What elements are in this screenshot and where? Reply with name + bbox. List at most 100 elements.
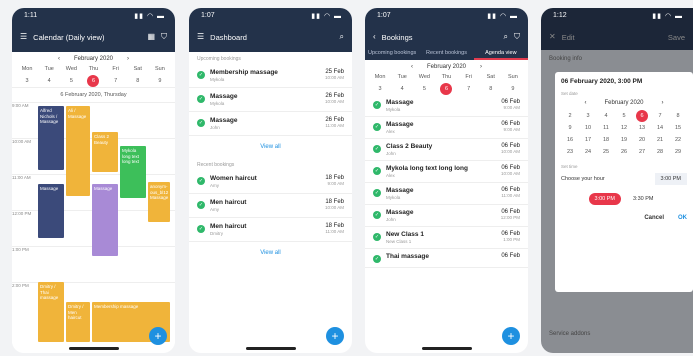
day-cell[interactable]: 5 [413, 83, 435, 95]
close-icon[interactable]: ✕ [549, 33, 556, 41]
day-cell[interactable]: 8 [480, 83, 502, 95]
day-cell[interactable]: 7 [105, 75, 127, 87]
day-cell[interactable]: 8 [669, 110, 687, 122]
day-cell[interactable]: 9 [149, 75, 171, 87]
event-block[interactable]: Massage [92, 184, 118, 256]
menu-icon[interactable]: ☰ [197, 33, 204, 41]
day-cell[interactable]: 19 [615, 134, 633, 146]
list-item[interactable]: ✓ Massage Alex 06 Feb 9:00 AM [365, 117, 528, 139]
next-icon[interactable]: › [480, 64, 482, 70]
day-cell[interactable]: 4 [38, 75, 60, 87]
day-cell[interactable]: 5 [60, 75, 82, 87]
search-icon[interactable]: ⌕ [340, 33, 344, 41]
day-cell[interactable]: 21 [651, 134, 669, 146]
day-cell[interactable]: 25 [597, 146, 615, 158]
day-cell[interactable]: 9 [502, 83, 524, 95]
week-strip: Mon Tue Wed Thu Fri Sat Sun 3456789 [12, 66, 175, 87]
list-item[interactable]: ✓ New Class 1 New Class 1 06 Feb 1:00 PM [365, 227, 528, 249]
day-cell[interactable]: 20 [633, 134, 651, 146]
day-cell[interactable]: 13 [633, 122, 651, 134]
day-cell[interactable]: 18 [597, 134, 615, 146]
cancel-button[interactable]: Cancel [644, 215, 664, 221]
day-cell[interactable]: 27 [633, 146, 651, 158]
prev-icon[interactable]: ‹ [411, 64, 413, 70]
event-block[interactable]: anonym-ous_bl12 Massage [148, 182, 170, 222]
app-bar: 1:07 ▮▮ ◠ ▬ ☰ Dashboard ⌕ [189, 8, 352, 52]
day-cell[interactable]: 2 [561, 110, 579, 122]
day-cell[interactable]: 24 [579, 146, 597, 158]
day-cell[interactable]: 4 [391, 83, 413, 95]
next-icon[interactable]: › [662, 100, 664, 106]
list-item[interactable]: ✓ Thai massage 06 Feb [365, 249, 528, 268]
day-cell[interactable]: 7 [458, 83, 480, 95]
list-item[interactable]: ✓ Women haircut Amy 18 Feb 9:00 AM [189, 170, 352, 194]
day-cell[interactable]: 7 [651, 110, 669, 122]
day-cell[interactable]: 12 [615, 122, 633, 134]
event-block[interactable]: Class 2 Beauty [92, 132, 118, 172]
status-bar: 1:07 ▮▮ ◠ ▬ [377, 12, 518, 24]
list-item[interactable]: ✓ Massage Mykola 06 Feb 9:00 AM [365, 95, 528, 117]
menu-icon[interactable]: ☰ [20, 33, 27, 41]
day-cell[interactable]: 17 [579, 134, 597, 146]
day-cell[interactable]: 29 [669, 146, 687, 158]
day-cell[interactable]: 15 [669, 122, 687, 134]
list-item[interactable]: ✓ Massage Mykola 26 Feb 10:00 AM [189, 88, 352, 112]
search-icon[interactable]: ⌕ [504, 33, 508, 41]
list-item[interactable]: ✓ Membership massage Mykola 25 Feb 10:00 AM [189, 64, 352, 88]
view-all-link[interactable]: View all [189, 136, 352, 158]
event-block[interactable]: Dmitry / Men haircut [66, 302, 90, 342]
signal-icon: ▮▮ ◠ ▬ [134, 13, 165, 20]
hour-select[interactable]: 3:00 PM [654, 173, 687, 185]
day-cell-selected[interactable]: 6 [440, 83, 453, 95]
day-cell[interactable]: 3 [16, 75, 38, 87]
day-cell[interactable]: 22 [669, 134, 687, 146]
add-button[interactable]: + [502, 327, 520, 345]
day-cell[interactable]: 8 [127, 75, 149, 87]
calendar-icon[interactable]: ▦ [147, 33, 155, 41]
list-item[interactable]: ✓ Massage John 06 Feb 12:00 PM [365, 205, 528, 227]
back-icon[interactable]: ‹ [373, 33, 376, 41]
prev-icon[interactable]: ‹ [584, 100, 586, 106]
day-cell[interactable]: 23 [561, 146, 579, 158]
day-cell[interactable]: 5 [615, 110, 633, 122]
time-slot[interactable]: 3:30 PM [627, 193, 659, 205]
day-cell[interactable]: 16 [561, 134, 579, 146]
list-item[interactable]: ✓ Mykola long text long long Alex 06 Feb 10:… [365, 161, 528, 183]
event-block[interactable]: Alfred Nichols / Massage [38, 106, 64, 170]
save-button[interactable]: Save [668, 33, 685, 42]
time-slot-selected[interactable]: 3:00 PM [588, 193, 621, 205]
filter-icon[interactable]: ⛉ [161, 33, 167, 41]
event-block[interactable]: Massage [38, 184, 64, 238]
event-block[interactable]: Mykola long text long text [120, 146, 146, 198]
check-icon: ✓ [373, 101, 381, 109]
day-cell[interactable]: 28 [651, 146, 669, 158]
day-cell[interactable]: 4 [597, 110, 615, 122]
list-item[interactable]: ✓ Men haircut Dmitry 18 Feb 11:00 AM [189, 218, 352, 242]
day-cell[interactable]: 3 [579, 110, 597, 122]
add-button[interactable]: + [326, 327, 344, 345]
event-block[interactable]: Dmitry / Thai massage [38, 282, 64, 342]
tab-recent[interactable]: Recent bookings [419, 46, 473, 60]
ok-button[interactable]: OK [678, 215, 687, 221]
next-icon[interactable]: › [127, 56, 129, 62]
day-cell[interactable]: 9 [561, 122, 579, 134]
day-cell[interactable]: 14 [651, 122, 669, 134]
add-button[interactable]: + [149, 327, 167, 345]
day-cell-selected[interactable]: 6 [633, 110, 651, 122]
view-all-link[interactable]: View all [189, 242, 352, 264]
list-item[interactable]: ✓ Class 2 Beauty John 06 Feb 10:00 AM [365, 139, 528, 161]
day-cell[interactable]: 3 [369, 83, 391, 95]
day-cell-selected[interactable]: 6 [87, 75, 100, 87]
prev-icon[interactable]: ‹ [58, 56, 60, 62]
day-cell[interactable]: 26 [615, 146, 633, 158]
list-item[interactable]: ✓ Massage Mykola 06 Feb 11:00 AM [365, 183, 528, 205]
phone-calendar: 1:11 ▮▮ ◠ ▬ ☰ Calendar (Daily view) ▦ ⛉ ‹ Feb… [12, 8, 175, 353]
filter-icon[interactable]: ⛉ [514, 33, 520, 41]
day-cell[interactable]: 11 [597, 122, 615, 134]
day-cell[interactable]: 10 [579, 122, 597, 134]
list-item[interactable]: ✓ Massage John 26 Feb 11:00 AM [189, 112, 352, 136]
event-block[interactable]: Ali / Massage [66, 106, 90, 196]
list-item[interactable]: ✓ Men haircut Amy 18 Feb 10:00 AM [189, 194, 352, 218]
tab-agenda[interactable]: Agenda view [473, 46, 528, 60]
tab-upcoming[interactable]: Upcoming bookings [365, 46, 419, 60]
